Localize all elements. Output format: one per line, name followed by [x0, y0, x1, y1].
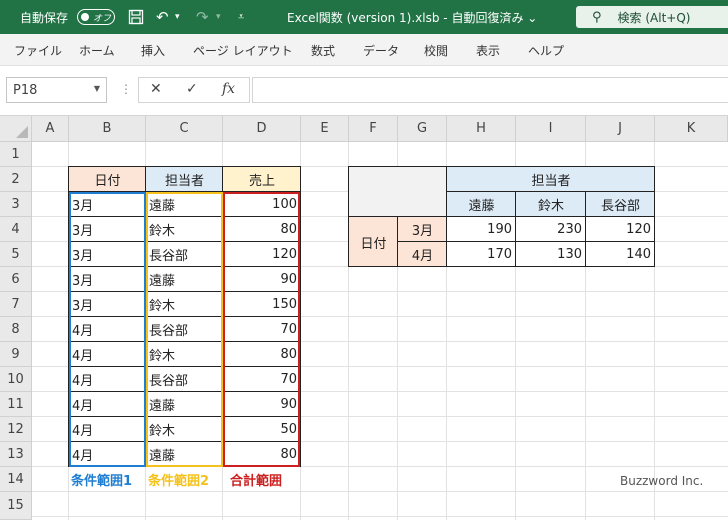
table2-inner-line	[348, 216, 655, 217]
row-header-15[interactable]: 15	[0, 492, 32, 520]
row-header-4[interactable]: 4	[0, 217, 32, 242]
column-header-g[interactable]: G	[398, 116, 447, 142]
tab-help[interactable]: ヘルプ	[528, 34, 564, 66]
formula-buttons: ✕ ✓ fx	[138, 77, 250, 103]
label-sum-range: 合計範囲	[230, 474, 283, 489]
formula-input[interactable]	[252, 77, 728, 103]
name-box-dropdown-icon[interactable]: ▼	[94, 84, 100, 93]
select-all-corner[interactable]	[0, 116, 32, 142]
autosave-label: 自動保存	[20, 10, 69, 25]
autosave-state: オフ	[93, 14, 112, 24]
tab-data[interactable]: データ	[363, 34, 399, 66]
worksheet-grid[interactable]: A B C D E F G H I J K 1 2 3 4 5 6 7 8 9 …	[0, 116, 728, 520]
select-all-triangle	[16, 126, 28, 138]
customize-toolbar-icon[interactable]: ⩡	[238, 0, 244, 34]
name-box[interactable]: P18 ▼	[6, 77, 107, 103]
column-header-b[interactable]: B	[69, 116, 146, 142]
tab-home[interactable]: ホーム	[79, 34, 115, 66]
row-header-11[interactable]: 11	[0, 392, 32, 417]
gridline	[32, 491, 728, 492]
search-label: 検索 (Alt+Q)	[617, 10, 691, 25]
table2-inner-line	[446, 191, 655, 192]
cancel-icon[interactable]: ✕	[150, 81, 162, 97]
row-header-12[interactable]: 12	[0, 417, 32, 442]
table2-inner-line	[585, 191, 586, 267]
ribbon-tabs: ファイル ホーム 挿入 ページ レイアウト 数式 データ 校閲 表示 ヘルプ	[0, 34, 728, 66]
column-header-c[interactable]: C	[146, 116, 223, 142]
save-icon[interactable]	[128, 0, 144, 34]
range-highlight-sum	[223, 192, 300, 467]
undo-icon[interactable]: ↶	[156, 0, 169, 34]
row-header-8[interactable]: 8	[0, 317, 32, 342]
column-header-k[interactable]: K	[655, 116, 728, 142]
redo-dropdown-icon[interactable]: ▾	[216, 0, 221, 34]
label-criteria-range1: 条件範囲1	[71, 474, 133, 489]
window-title[interactable]: Excel関数 (version 1).xlsb - 自動回復済み ⌄	[287, 0, 537, 34]
column-header-e[interactable]: E	[301, 116, 349, 142]
tab-page-layout[interactable]: ページ レイアウト	[193, 34, 293, 66]
tab-view[interactable]: 表示	[476, 34, 500, 66]
row-header-3[interactable]: 3	[0, 192, 32, 217]
tab-formulas[interactable]: 数式	[311, 34, 335, 66]
row-header-7[interactable]: 7	[0, 292, 32, 317]
enter-icon[interactable]: ✓	[186, 81, 198, 97]
row-header-1[interactable]: 1	[0, 142, 32, 167]
tab-file[interactable]: ファイル	[14, 34, 62, 66]
row-header-6[interactable]: 6	[0, 267, 32, 292]
row-header-9[interactable]: 9	[0, 342, 32, 367]
autosave-toggle[interactable]: オフ	[77, 9, 115, 25]
row-header-13[interactable]: 13	[0, 442, 32, 467]
table2-inner-line	[515, 191, 516, 267]
formula-bar-grip-icon[interactable]: ⋮	[120, 82, 132, 96]
gridline	[32, 516, 728, 517]
column-header-h[interactable]: H	[447, 116, 516, 142]
column-header-f[interactable]: F	[349, 116, 398, 142]
range-highlight-criteria1	[69, 192, 146, 467]
redo-icon[interactable]: ↷	[196, 0, 209, 34]
undo-dropdown-icon[interactable]: ▾	[175, 0, 180, 34]
column-header-j[interactable]: J	[586, 116, 655, 142]
column-header-a[interactable]: A	[32, 116, 69, 142]
name-box-value: P18	[13, 82, 38, 98]
watermark: Buzzword Inc.	[620, 474, 704, 488]
table2-inner-line	[397, 241, 655, 242]
title-bar: 自動保存 オフ ↶ ▾ ↷ ▾ ⩡ Excel関数 (version 1).xl…	[0, 0, 728, 34]
label-criteria-range2: 条件範囲2	[148, 474, 210, 489]
column-header-d[interactable]: D	[223, 116, 301, 142]
search-icon: ⚲	[592, 9, 602, 25]
row-header-10[interactable]: 10	[0, 367, 32, 392]
range-highlight-criteria2	[146, 192, 223, 467]
tab-insert[interactable]: 挿入	[141, 34, 165, 66]
toggle-knob	[81, 13, 89, 21]
row-header-2[interactable]: 2	[0, 167, 32, 192]
row-header-5[interactable]: 5	[0, 242, 32, 267]
column-header-i[interactable]: I	[516, 116, 586, 142]
formula-bar: P18 ▼ ⋮ ✕ ✓ fx	[0, 66, 728, 116]
search-box[interactable]: ⚲ 検索 (Alt+Q)	[576, 6, 728, 28]
row-header-14[interactable]: 14	[0, 467, 32, 492]
tab-review[interactable]: 校閲	[424, 34, 448, 66]
insert-function-icon[interactable]: fx	[222, 81, 235, 97]
